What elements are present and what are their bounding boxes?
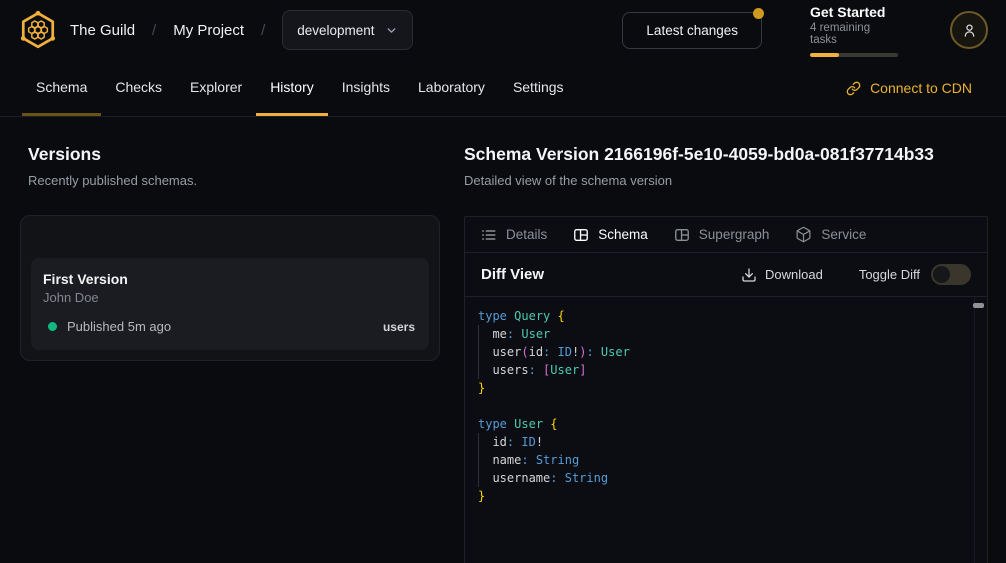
tab-insights[interactable]: Insights	[328, 60, 404, 116]
breadcrumb-separator: /	[261, 22, 265, 39]
versions-list-card: First Version John Doe Published 5m ago …	[20, 215, 440, 361]
editor-scrollbar-track	[974, 297, 987, 563]
app-header: The Guild / My Project / development Lat…	[0, 0, 1006, 60]
tab-checks[interactable]: Checks	[101, 60, 176, 116]
target-selector-value: development	[297, 23, 374, 38]
version-title: First Version	[43, 271, 415, 287]
tab-label: Insights	[342, 79, 390, 95]
indent-guide	[478, 433, 479, 487]
notification-dot	[753, 8, 764, 19]
tab-label: Laboratory	[418, 79, 485, 95]
toggle-diff-control: Toggle Diff	[859, 264, 971, 285]
connect-to-cdn-button[interactable]: Connect to CDN	[846, 60, 972, 116]
columns-icon	[674, 227, 690, 243]
detail-tab-label: Schema	[598, 227, 648, 242]
version-detail-title: Schema Version 2166196f-5e10-4059-bd0a-0…	[464, 143, 988, 165]
detail-tab-label: Details	[506, 227, 547, 242]
avatar[interactable]	[950, 11, 988, 49]
target-selector[interactable]: development	[282, 10, 412, 50]
published-dot-icon	[48, 322, 57, 331]
detail-tab-label: Service	[821, 227, 866, 242]
tab-label: History	[270, 79, 314, 95]
toggle-knob	[933, 266, 950, 283]
schema-viewer-panel: Details Schema Sup	[464, 216, 988, 563]
tab-label: Schema	[36, 79, 87, 95]
editor-scrollbar-thumb[interactable]	[973, 303, 984, 308]
detail-tab-schema[interactable]: Schema	[573, 227, 648, 243]
get-started-widget[interactable]: Get Started 4 remaining tasks	[810, 4, 898, 57]
tab-label: Settings	[513, 79, 564, 95]
main-nav: Schema Checks Explorer History Insights …	[0, 60, 1006, 117]
breadcrumb-separator: /	[152, 22, 156, 39]
code-editor[interactable]: type Query { me: User user(id: ID!): Use…	[465, 297, 987, 563]
version-detail-subtitle: Detailed view of the schema version	[464, 171, 988, 190]
detail-tab-details[interactable]: Details	[481, 227, 547, 243]
version-meta-row: Published 5m ago users	[43, 319, 415, 334]
download-icon	[741, 267, 757, 283]
versions-panel: Versions Recently published schemas. Fir…	[0, 117, 460, 361]
columns-icon	[573, 227, 589, 243]
latest-changes-label: Latest changes	[646, 23, 738, 38]
version-status: Published 5m ago	[67, 319, 171, 334]
download-button[interactable]: Download	[741, 267, 823, 283]
version-detail-panel: Schema Version 2166196f-5e10-4059-bd0a-0…	[464, 117, 988, 563]
detail-tab-label: Supergraph	[699, 227, 770, 242]
detail-tab-supergraph[interactable]: Supergraph	[674, 227, 770, 243]
link-icon	[846, 81, 861, 96]
main-content: Versions Recently published schemas. Fir…	[0, 117, 1006, 563]
indent-guide	[478, 325, 479, 379]
cube-icon	[795, 226, 812, 243]
tab-settings[interactable]: Settings	[499, 60, 578, 116]
list-icon	[481, 227, 497, 243]
diff-view-title: Diff View	[481, 266, 544, 283]
breadcrumb: The Guild / My Project /	[70, 22, 265, 39]
tab-label: Explorer	[190, 79, 242, 95]
get-started-subtitle: 4 remaining tasks	[810, 22, 898, 46]
diff-toolbar: Diff View Download Toggle Diff	[465, 253, 987, 297]
breadcrumb-project[interactable]: My Project	[173, 22, 244, 39]
detail-tab-service[interactable]: Service	[795, 226, 866, 243]
detail-tabs: Details Schema Sup	[465, 217, 987, 253]
service-badge: users	[383, 320, 415, 334]
versions-title: Versions	[28, 143, 460, 165]
tab-explorer[interactable]: Explorer	[176, 60, 256, 116]
tab-history[interactable]: History	[256, 60, 328, 116]
get-started-progressbar	[810, 53, 898, 57]
hive-logo-icon[interactable]	[18, 10, 58, 50]
code-lines: type Query { me: User user(id: ID!): Use…	[478, 307, 987, 505]
tab-schema[interactable]: Schema	[22, 60, 101, 116]
get-started-title: Get Started	[810, 4, 898, 20]
user-icon	[961, 22, 978, 39]
progress-fill	[810, 53, 839, 57]
breadcrumb-org[interactable]: The Guild	[70, 22, 135, 39]
latest-changes-button[interactable]: Latest changes	[622, 12, 762, 49]
toggle-diff-switch[interactable]	[931, 264, 971, 285]
toggle-diff-label: Toggle Diff	[859, 267, 920, 282]
toolbar-actions: Download Toggle Diff	[741, 264, 971, 285]
version-author: John Doe	[43, 290, 415, 305]
tab-label: Checks	[115, 79, 162, 95]
download-label: Download	[765, 267, 823, 282]
tab-laboratory[interactable]: Laboratory	[404, 60, 499, 116]
version-list-item[interactable]: First Version John Doe Published 5m ago …	[31, 258, 429, 350]
versions-subtitle: Recently published schemas.	[28, 171, 460, 190]
connect-to-cdn-label: Connect to CDN	[870, 80, 972, 96]
chevron-down-icon	[385, 24, 398, 37]
